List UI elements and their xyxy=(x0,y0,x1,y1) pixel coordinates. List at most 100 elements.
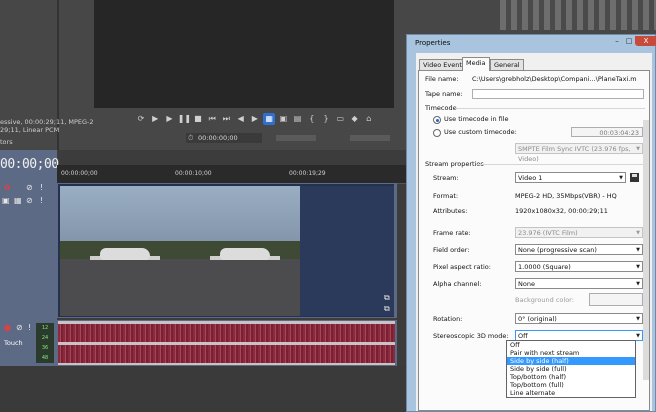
chevron-down-icon: ▼ xyxy=(636,281,640,287)
field-order-value: None (progressive scan) xyxy=(518,246,597,254)
cursor-timecode: 00:00:00;00 xyxy=(186,133,262,143)
alpha-channel-select[interactable]: None ▼ xyxy=(515,278,643,289)
frame-rate-select[interactable]: 23.976 (IVTC Film) ▼ xyxy=(515,227,643,238)
snap-icon[interactable]: ⌂ xyxy=(363,113,375,125)
field-order-label: Field order: xyxy=(433,246,470,254)
format-label: Format: xyxy=(433,192,459,200)
track-solo-icon[interactable]: ! xyxy=(40,183,43,192)
stereoscopic-label: Stereoscopic 3D mode: xyxy=(433,332,509,340)
play-from-start-icon[interactable]: ▶ xyxy=(149,113,161,125)
maximize-button[interactable]: □ xyxy=(623,36,635,46)
prev-frame-icon[interactable]: ◀ xyxy=(235,113,247,125)
chevron-down-icon: ▼ xyxy=(636,264,640,270)
pixel-aspect-value: 1.0000 (Square) xyxy=(518,263,571,271)
trimmer-preview xyxy=(500,0,656,30)
file-name-label: File name: xyxy=(425,75,459,83)
meter-label: 24 xyxy=(41,335,49,341)
event-fx-icon[interactable]: ⧉ xyxy=(384,304,390,314)
timecode-format-value: SMPTE Film Sync IVTC (23.976 fps, Video) xyxy=(518,145,631,163)
play-icon[interactable]: ▶ xyxy=(163,113,175,125)
overwrite-icon[interactable]: ▤ xyxy=(292,113,304,125)
event-pan-crop-icon[interactable]: ⧉ xyxy=(384,293,390,303)
dropdown-option[interactable]: Off xyxy=(507,341,635,349)
rotation-select[interactable]: 0° (original) ▼ xyxy=(515,313,643,324)
video-thumbnail xyxy=(180,186,300,316)
mark-in-icon[interactable]: { xyxy=(306,113,318,125)
close-button[interactable]: X xyxy=(635,36,656,46)
zoom-slider[interactable] xyxy=(276,135,316,141)
track-fx-icon[interactable]: ✿ xyxy=(4,183,11,192)
go-to-end-icon[interactable]: ⏭ xyxy=(220,113,232,125)
stereoscopic-dropdown-list: Off Pair with next stream Side by side (… xyxy=(506,340,636,398)
dropdown-option-highlighted[interactable]: Side by side (half) xyxy=(507,357,635,365)
field-order-select[interactable]: None (progressive scan) ▼ xyxy=(515,244,643,255)
chevron-down-icon: ▼ xyxy=(636,247,640,253)
rotation-value: 0° (original) xyxy=(518,315,557,323)
dropdown-option[interactable]: Pair with next stream xyxy=(507,349,635,357)
alpha-channel-value: None xyxy=(518,280,535,288)
use-timecode-label: Use timecode in file xyxy=(444,115,509,123)
chevron-down-icon: ▼ xyxy=(619,175,623,181)
frame-rate-label: Frame rate: xyxy=(433,229,471,237)
track-motion-icon[interactable]: ▣ xyxy=(2,196,10,205)
pixel-aspect-select[interactable]: 1.0000 (Square) ▼ xyxy=(515,261,643,272)
loop-icon[interactable]: ⟳ xyxy=(135,113,147,125)
timecode-format-select[interactable]: SMPTE Film Sync IVTC (23.976 fps, Video)… xyxy=(515,143,643,163)
pixel-aspect-label: Pixel aspect ratio: xyxy=(433,263,491,271)
attributes-value: 1920x1080x32, 00:00:29;11 xyxy=(515,207,608,215)
next-frame-icon[interactable]: ▶ xyxy=(249,113,261,125)
alpha-channel-label: Alpha channel: xyxy=(433,280,482,288)
media-info-line: 29;11, Linear PCM xyxy=(0,126,60,134)
pause-icon[interactable]: ❚❚ xyxy=(178,113,191,125)
dropdown-option[interactable]: Top/bottom (full) xyxy=(507,381,635,389)
video-thumbnail xyxy=(60,186,180,316)
video-event-tail xyxy=(300,186,394,316)
grid-view-icon[interactable]: ▦ xyxy=(263,113,276,125)
chevron-down-icon: ▼ xyxy=(636,146,640,152)
automation-mode-label[interactable]: Touch xyxy=(4,339,23,347)
format-value: MPEG-2 HD, 35Mbps(VBR) - HQ xyxy=(515,192,617,200)
stop-icon[interactable]: ■ xyxy=(192,113,204,125)
region-icon[interactable]: ▭ xyxy=(334,113,346,125)
attributes-label: Attributes: xyxy=(433,207,468,215)
dialog-scrollbar[interactable] xyxy=(643,120,649,380)
stream-label: Stream: xyxy=(433,174,459,182)
stream-properties-header: Stream properties xyxy=(425,160,484,168)
dropdown-option[interactable]: Top/bottom (half) xyxy=(507,373,635,381)
track-composite-icon[interactable]: ▦ xyxy=(14,196,22,205)
custom-timecode-input[interactable]: 00:03:04:23 xyxy=(571,127,643,137)
track-mute-icon[interactable]: ⊘ xyxy=(26,183,33,192)
audio-solo-icon[interactable]: ! xyxy=(28,323,31,332)
tab-media[interactable]: Media xyxy=(462,57,490,71)
use-timecode-radio[interactable] xyxy=(433,116,441,124)
main-timecode: 00:00;00 xyxy=(0,157,59,172)
ruler-label: 00:00:10;00 xyxy=(175,170,212,177)
marker-icon[interactable]: ◆ xyxy=(349,113,361,125)
mark-out-icon[interactable]: } xyxy=(320,113,332,125)
timeline-ruler[interactable]: 00:00:00;00 00:00:10;00 00:00:19;29 xyxy=(57,165,410,184)
tape-name-input[interactable] xyxy=(472,89,644,99)
volume-slider[interactable] xyxy=(350,135,390,141)
timecode-header: Timecode xyxy=(425,104,457,112)
audio-mute-icon[interactable]: ⊘ xyxy=(16,323,23,332)
dropdown-option[interactable]: Line alternate xyxy=(507,389,635,397)
track-arm-icon[interactable]: ! xyxy=(40,196,43,205)
dropdown-option[interactable]: Side by side (full) xyxy=(507,365,635,373)
minimize-button[interactable]: – xyxy=(611,36,623,46)
track-lock-icon[interactable]: ⊘ xyxy=(26,196,33,205)
audio-event[interactable] xyxy=(58,321,395,365)
stream-select[interactable]: Video 1 ▼ xyxy=(515,172,626,183)
video-preview-window xyxy=(94,0,394,108)
go-to-start-icon[interactable]: ⏮ xyxy=(206,113,218,125)
save-icon[interactable] xyxy=(630,173,639,182)
chevron-down-icon: ▼ xyxy=(636,230,640,236)
rotation-label: Rotation: xyxy=(433,315,463,323)
insert-icon[interactable]: ▣ xyxy=(277,113,289,125)
chevron-down-icon: ▼ xyxy=(636,316,640,322)
transport-toolbar: ⟳ ▶ ▶ ❚❚ ■ ⏮ ⏭ ◀ ▶ ▦ ▣ ▤ { } ▭ ◆ ⌂ xyxy=(135,113,405,127)
use-custom-timecode-radio[interactable] xyxy=(433,129,441,137)
audio-fx-icon[interactable]: ● xyxy=(4,323,11,332)
meter-label: 36 xyxy=(41,345,49,351)
dialog-title: Properties xyxy=(415,39,451,47)
background-color-swatch[interactable] xyxy=(589,293,643,306)
